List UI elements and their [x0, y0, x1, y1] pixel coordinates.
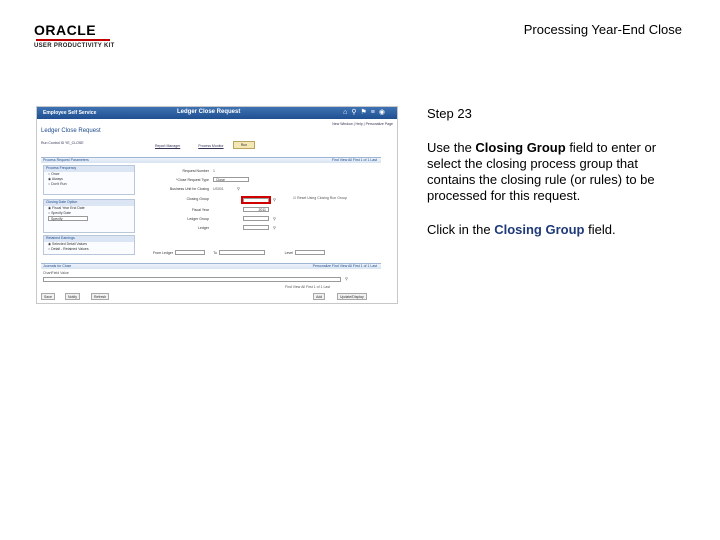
request-number-value: 1 [213, 169, 215, 173]
notify-button[interactable]: Notify [65, 293, 80, 300]
closing-date-select[interactable]: Specify [48, 216, 88, 221]
add-button[interactable]: Add [313, 293, 326, 300]
lookup-icon[interactable]: ⚲ [273, 216, 276, 221]
nav-home-link[interactable]: Employee Self Service [43, 110, 96, 116]
chartfield-input[interactable] [43, 277, 341, 282]
level-field[interactable] [295, 250, 325, 255]
run-button[interactable]: Run [233, 141, 255, 149]
lookup-icon[interactable]: ⚲ [237, 186, 240, 191]
app-header-bar: Employee Self Service Ledger Close Reque… [37, 107, 397, 119]
closing-group-highlight [241, 196, 271, 204]
logo-subtitle: USER PRODUCTIVITY KIT [34, 43, 115, 49]
instruction-paragraph: Use the Closing Group field to enter or … [427, 140, 657, 203]
close-request-type-label: *Close Request Type [176, 178, 209, 182]
nav-bar-icon[interactable]: ◉ [379, 109, 389, 116]
request-number-label: Request Number [182, 169, 209, 173]
bottom-toolbar: Save Notify Refresh Add Update/Display [41, 293, 381, 301]
process-monitor-link[interactable]: Process Monitor [198, 144, 223, 148]
search-icon[interactable]: ⚲ [351, 109, 360, 116]
reset-checkbox[interactable]: ☑ Reset Using Closing Run Group [293, 196, 347, 200]
section-nav[interactable]: Find View All First 1 of 1 Last [332, 158, 377, 162]
frequency-dontrun-radio[interactable]: ○ Don't Run [44, 182, 134, 187]
section-title: Journals for Close [43, 264, 72, 268]
report-manager-link[interactable]: Report Manager [155, 144, 180, 148]
closing-date-group: Closing Date Option ◉ Fiscal Year End Da… [43, 199, 135, 233]
oracle-upk-logo: ORACLE USER PRODUCTIVITY KIT [34, 22, 124, 49]
chartfield-label: ChartField Value [43, 271, 69, 275]
action-paragraph: Click in the Closing Group field. [427, 222, 616, 237]
application-screenshot: Employee Self Service Ledger Close Reque… [36, 106, 398, 304]
logo-bar [36, 39, 110, 41]
process-frequency-group: Process Frequency ○ Once ◉ Always ○ Don'… [43, 165, 135, 195]
run-control-line: Run Control ID YE_CLOSE [41, 141, 84, 145]
business-unit-value: US001 [213, 187, 224, 191]
logo-text: ORACLE [34, 22, 97, 38]
menu-icon[interactable]: ≡ [371, 109, 379, 116]
closing-group-label: Closing Group [186, 197, 209, 201]
step-number: Step 23 [427, 106, 472, 121]
header-links[interactable]: New Window | Help | Personalize Page [332, 122, 393, 126]
instruction-panel: Step 23 Use the Closing Group field to e… [427, 106, 687, 238]
section-header-journals: Journals for Close Personalize Find View… [41, 263, 381, 269]
ledger-label: Ledger [198, 226, 209, 230]
lookup-icon[interactable]: ⚲ [345, 276, 348, 281]
fiscal-year-field[interactable]: 2011 [243, 207, 269, 212]
lookup-icon[interactable]: ⚲ [273, 225, 276, 230]
page-title: Ledger Close Request [41, 128, 101, 134]
save-button[interactable]: Save [41, 293, 55, 300]
to-label: To [213, 251, 217, 255]
app-header-title: Ledger Close Request [177, 109, 241, 115]
ledger-group-label: Ledger Group [187, 217, 209, 221]
section-header-parameters: Process Request Parameters Find View All… [41, 157, 381, 163]
flag-icon[interactable]: ⚑ [361, 109, 371, 116]
ledger-field[interactable] [243, 225, 269, 230]
lookup-icon[interactable]: ⚲ [273, 197, 276, 202]
level-label: Level [284, 251, 293, 255]
business-unit-label: Business Unit for Closing [169, 187, 209, 191]
refresh-button[interactable]: Refresh [91, 293, 110, 300]
section-nav[interactable]: Personalize Find View All First 1 of 1 L… [313, 264, 377, 268]
process-links: Report Manager Process Monitor [155, 144, 242, 148]
update-display-button[interactable]: Update/Display [337, 293, 367, 300]
section-title: Process Request Parameters [43, 158, 89, 162]
header-icons: ⌂⚲⚑≡◉ [343, 108, 389, 116]
ledger-group-field[interactable] [243, 216, 269, 221]
close-request-type-select[interactable]: Close [213, 177, 249, 182]
fiscal-year-label: Fiscal Year [191, 208, 209, 212]
document-title: Processing Year-End Close [523, 22, 682, 37]
bottom-nav[interactable]: Find View All First 1 of 1 Last [285, 285, 330, 289]
